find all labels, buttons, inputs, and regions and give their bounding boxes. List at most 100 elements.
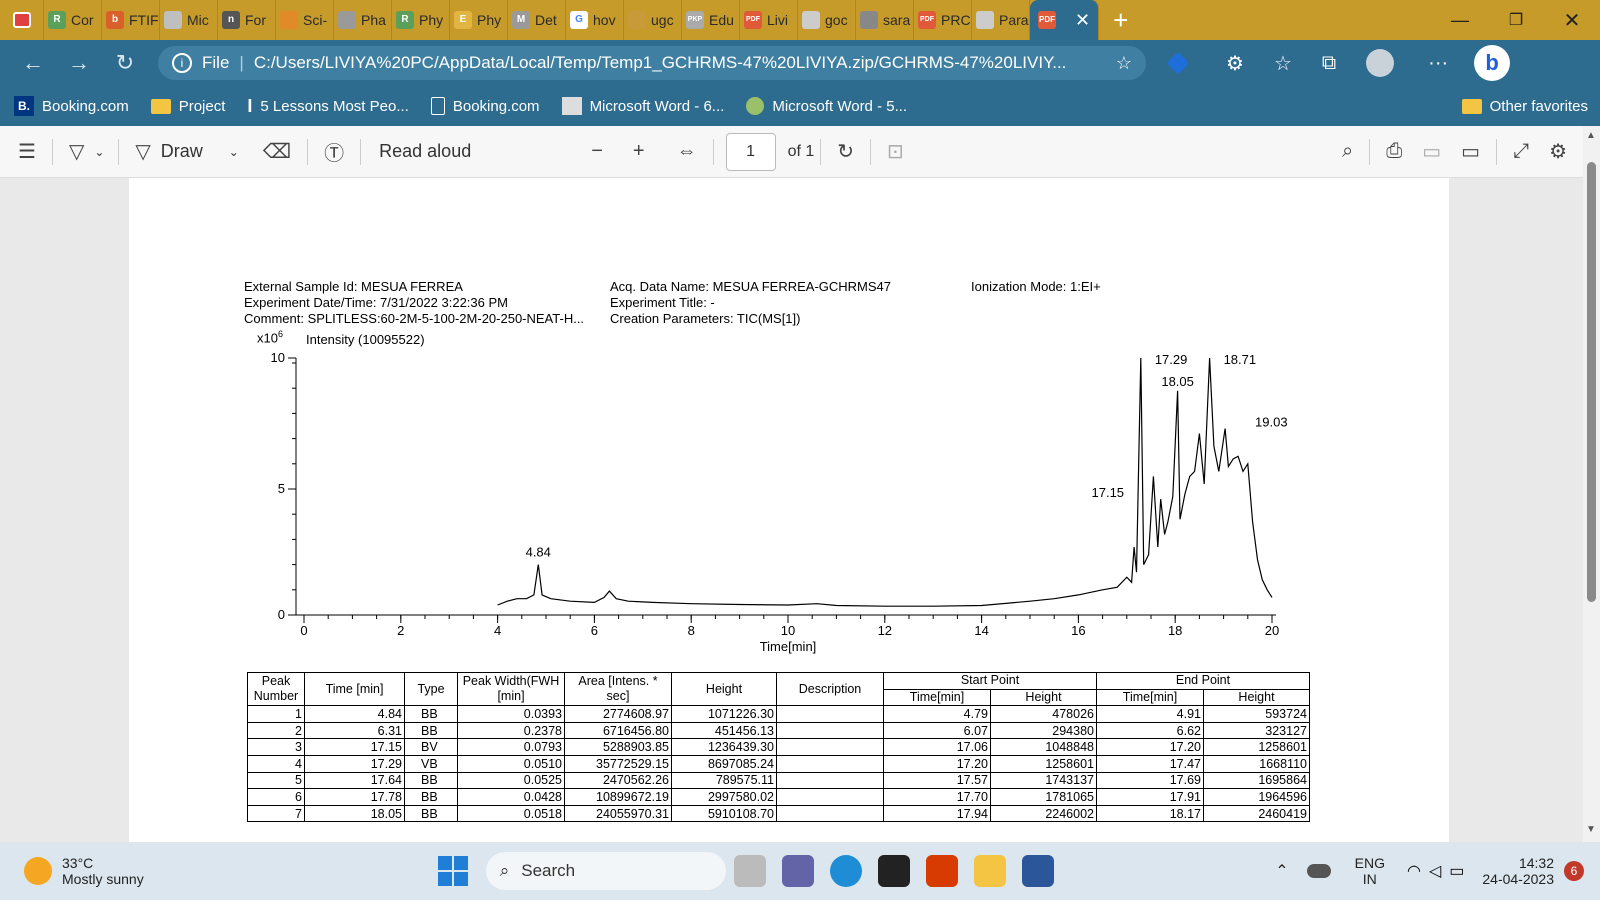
- bookmark-word-1[interactable]: Microsoft Word - 6...: [561, 97, 724, 115]
- file-explorer-icon[interactable]: [973, 855, 1006, 887]
- battery-icon[interactable]: ▭: [1449, 861, 1464, 881]
- browser-tab[interactable]: Mic: [160, 0, 218, 40]
- office-icon[interactable]: [925, 855, 958, 887]
- favorite-star-icon[interactable]: ☆: [1116, 53, 1132, 74]
- browser-tab[interactable]: PDF Livi: [740, 0, 798, 40]
- language-indicator[interactable]: ENG IN: [1355, 855, 1385, 887]
- new-tab-button[interactable]: +: [1113, 5, 1128, 36]
- browser-tab[interactable]: M Det: [508, 0, 566, 40]
- favorites-icon[interactable]: ☆: [1274, 51, 1292, 76]
- bookmark-lessons[interactable]: I 5 Lessons Most Peo...: [247, 96, 408, 117]
- browser-tab[interactable]: Sci-: [276, 0, 334, 40]
- print-icon[interactable]: ⎙: [1376, 140, 1412, 163]
- taskbar-search[interactable]: ⌕ Search: [485, 852, 726, 890]
- vertical-scrollbar[interactable]: ▲ ▼: [1583, 126, 1600, 842]
- table-cell: 4: [247, 754, 305, 773]
- url-text[interactable]: C:/Users/LIVIYA%20PC/AppData/Local/Temp/…: [254, 53, 1106, 73]
- refresh-button[interactable]: ↻: [102, 50, 148, 76]
- word-icon[interactable]: [1021, 855, 1054, 887]
- extensions-puzzle-icon[interactable]: ⚙: [1226, 51, 1244, 76]
- save-as-icon[interactable]: ▭: [1451, 139, 1490, 164]
- profile-avatar[interactable]: [1366, 49, 1395, 77]
- browser-tab[interactable]: PDF PRC: [914, 0, 972, 40]
- draw-icon[interactable]: ▽: [125, 139, 160, 164]
- bookmark-project-folder[interactable]: Project: [150, 98, 225, 115]
- info-icon[interactable]: i: [172, 53, 192, 73]
- back-button[interactable]: ←: [10, 50, 56, 76]
- volume-icon[interactable]: ◁: [1429, 861, 1441, 881]
- fullscreen-icon[interactable]: ⤢: [1503, 140, 1539, 163]
- peak-table: Peak Number Time [min] Type Peak Width(F…: [247, 671, 1310, 823]
- draw-label[interactable]: Draw: [161, 141, 203, 162]
- text-box-icon[interactable]: Ⓣ: [314, 137, 354, 166]
- window-tab-actions-button[interactable]: [0, 0, 44, 40]
- forward-button[interactable]: →: [56, 50, 102, 76]
- collections-icon[interactable]: ⧉: [1322, 52, 1336, 75]
- zoom-out-icon[interactable]: −: [581, 140, 613, 163]
- search-icon[interactable]: ⌕: [1332, 140, 1363, 163]
- browser-tab[interactable]: Para: [972, 0, 1030, 40]
- table-cell: 2774608.97: [564, 705, 672, 723]
- page-view-icon[interactable]: ⊡: [877, 139, 914, 164]
- app-icon[interactable]: [877, 855, 910, 887]
- divider: [820, 138, 822, 165]
- table-cell: 1071226.30: [671, 705, 777, 723]
- more-menu-icon[interactable]: ···: [1428, 52, 1448, 75]
- notification-badge[interactable]: 6: [1564, 861, 1584, 881]
- start-button[interactable]: [437, 856, 468, 886]
- browser-tab[interactable]: PKP Edu: [682, 0, 740, 40]
- read-aloud-button[interactable]: Read aloud: [379, 141, 471, 162]
- scroll-down-arrow[interactable]: ▼: [1586, 824, 1596, 835]
- wifi-icon[interactable]: ◠: [1407, 861, 1421, 881]
- rotate-icon[interactable]: ↻: [827, 139, 864, 164]
- table-row: 2 6.31 BB 0.2378 6716456.80 451456.13 6.07 2943…: [247, 721, 1310, 740]
- teams-icon[interactable]: [781, 855, 814, 887]
- save-icon[interactable]: ▭: [1412, 139, 1451, 164]
- edge-icon[interactable]: [829, 855, 862, 887]
- browser-tab[interactable]: E Phy: [450, 0, 508, 40]
- bookmark-booking-2[interactable]: Booking.com: [430, 97, 540, 115]
- scroll-up-arrow[interactable]: ▲: [1586, 130, 1596, 141]
- scroll-thumb[interactable]: [1587, 162, 1596, 602]
- table-of-contents-icon[interactable]: ☰: [8, 139, 46, 164]
- highlight-icon[interactable]: ▽: [59, 139, 94, 164]
- table-cell: 1048848: [990, 738, 1097, 756]
- page-number-input[interactable]: 1: [725, 132, 776, 171]
- url-bar[interactable]: i File | C:/Users/LIVIYA%20PC/AppData/Lo…: [158, 46, 1146, 80]
- tab-label: goc: [825, 12, 848, 28]
- browser-tab[interactable]: Pha: [334, 0, 392, 40]
- chevron-down-icon[interactable]: ⌄: [94, 145, 104, 159]
- eraser-icon[interactable]: ⌫: [253, 139, 301, 164]
- browser-tab[interactable]: b FTIF: [102, 0, 160, 40]
- chevron-up-icon[interactable]: ⌃: [1275, 861, 1288, 881]
- browser-tab[interactable]: ugc: [624, 0, 682, 40]
- browser-tab[interactable]: R Phy: [392, 0, 450, 40]
- fit-page-icon[interactable]: ⇔: [667, 140, 707, 163]
- minimize-button[interactable]: —: [1432, 10, 1488, 31]
- onedrive-cloud-icon[interactable]: [1306, 864, 1331, 878]
- chevron-down-icon[interactable]: ⌄: [229, 145, 239, 159]
- browser-tab[interactable]: n For: [218, 0, 276, 40]
- zoom-in-icon[interactable]: +: [623, 140, 655, 163]
- browser-tab[interactable]: goc: [798, 0, 856, 40]
- browser-tab[interactable]: sara: [856, 0, 914, 40]
- bing-chat-icon[interactable]: b: [1474, 45, 1511, 81]
- clock[interactable]: 14:32 24-04-2023: [1482, 855, 1554, 887]
- close-tab-icon[interactable]: ✕: [1075, 10, 1090, 31]
- table-cell: 24055970.31: [564, 804, 672, 823]
- bookmark-booking[interactable]: B. Booking.com: [14, 96, 129, 116]
- extension-icon[interactable]: [1166, 51, 1190, 75]
- close-window-button[interactable]: ✕: [1544, 8, 1600, 33]
- table-cell: 0.0510: [457, 754, 565, 773]
- browser-tab[interactable]: R Cor: [44, 0, 102, 40]
- weather-widget[interactable]: 33°C Mostly sunny: [24, 855, 144, 887]
- pdf-viewer[interactable]: External Sample Id: MESUA FERREA Experim…: [0, 178, 1583, 842]
- task-view-icon[interactable]: [733, 855, 766, 887]
- browser-tab[interactable]: Ghov: [566, 0, 624, 40]
- tab-active-pdf[interactable]: PDF ✕: [1030, 0, 1100, 40]
- bookmark-word-2[interactable]: Microsoft Word - 5...: [746, 97, 907, 115]
- table-cell: [776, 771, 884, 790]
- restore-button[interactable]: ❐: [1488, 10, 1544, 30]
- other-favorites-folder[interactable]: Other favorites: [1461, 98, 1588, 115]
- settings-gear-icon[interactable]: ⚙: [1539, 139, 1577, 164]
